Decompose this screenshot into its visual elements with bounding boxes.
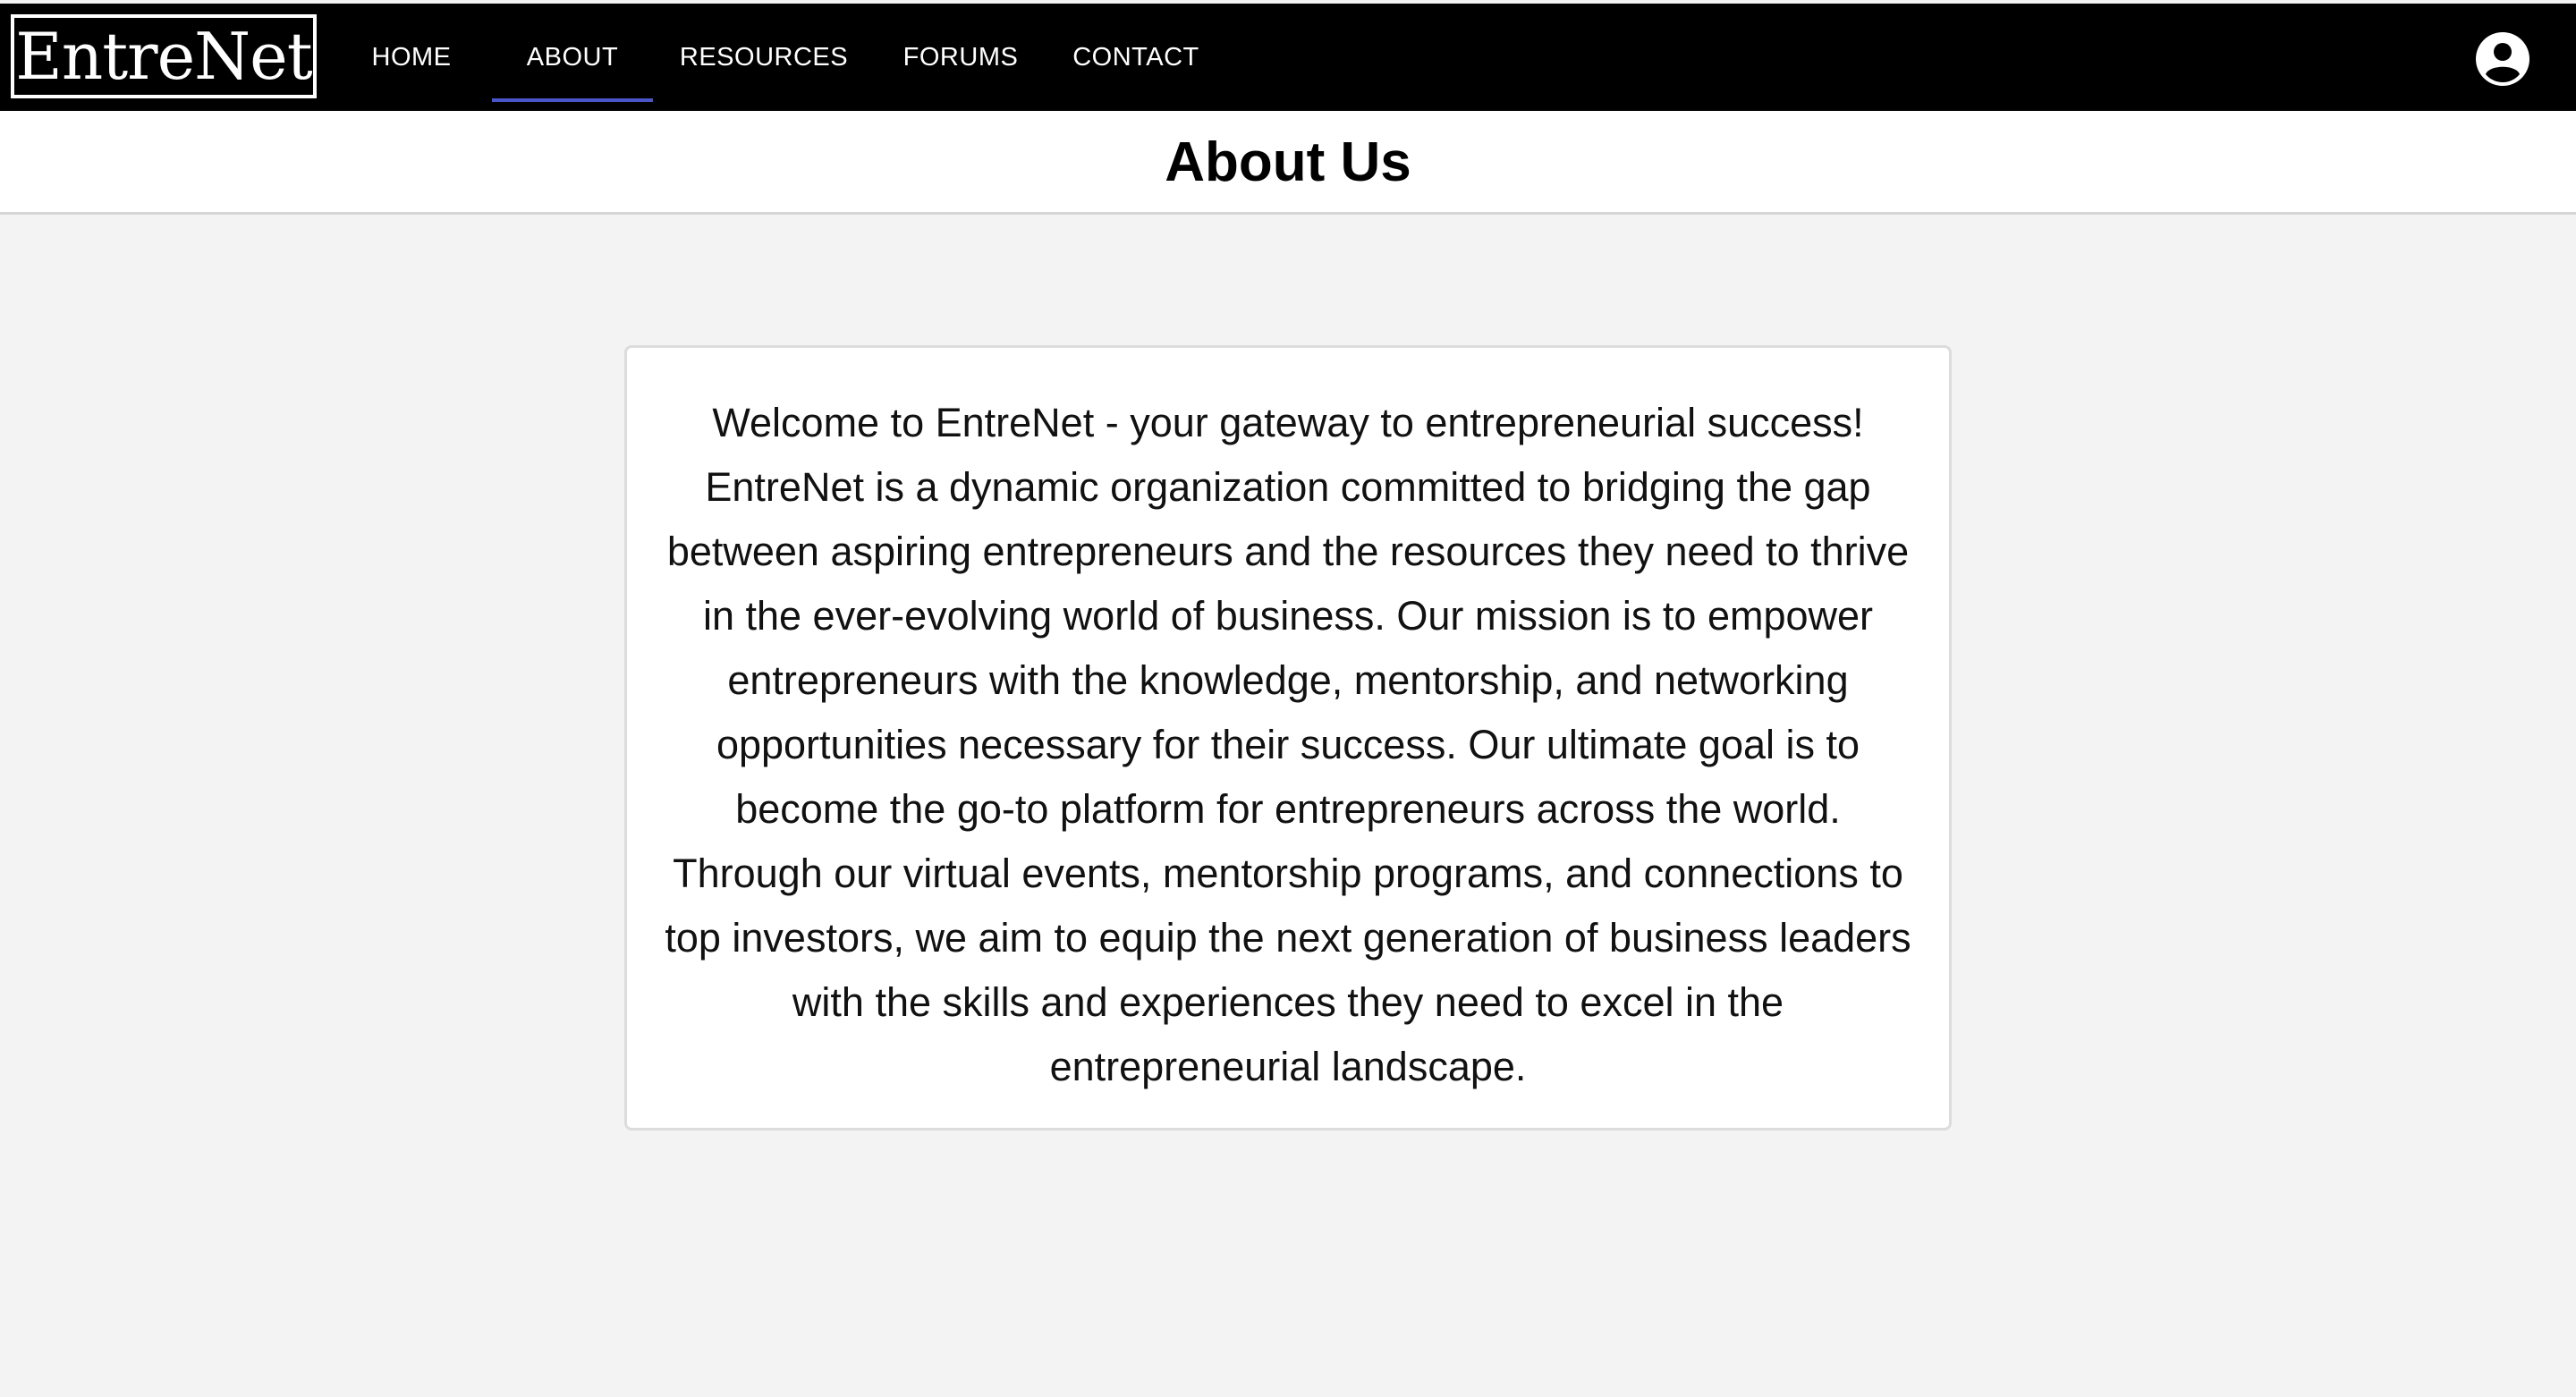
nav-item-resources[interactable]: RESOURCES (673, 4, 855, 111)
page-header: About Us (0, 111, 2576, 215)
nav-item-label: ABOUT (526, 43, 619, 72)
nav-item-about[interactable]: ABOUT (492, 4, 653, 111)
top-navbar: EntreNet HOME ABOUT RESOURCES FORUMS CON… (0, 4, 2576, 111)
active-tab-indicator (492, 98, 653, 102)
nav-item-contact[interactable]: CONTACT (1064, 4, 1208, 111)
account-circle-icon[interactable] (2476, 32, 2529, 86)
page-title: About Us (1165, 131, 1411, 193)
nav-item-label: HOME (371, 43, 452, 72)
nav-item-label: CONTACT (1072, 43, 1199, 72)
nav-item-home[interactable]: HOME (356, 4, 467, 111)
entrenet-logo[interactable]: EntreNet (11, 14, 317, 98)
nav-item-label: RESOURCES (679, 43, 849, 72)
about-card: Welcome to EntreNet - your gateway to en… (624, 345, 1952, 1130)
about-description: Welcome to EntreNet - your gateway to en… (665, 400, 1911, 1089)
nav-item-forums[interactable]: FORUMS (889, 4, 1032, 111)
nav-item-label: FORUMS (902, 43, 1019, 72)
